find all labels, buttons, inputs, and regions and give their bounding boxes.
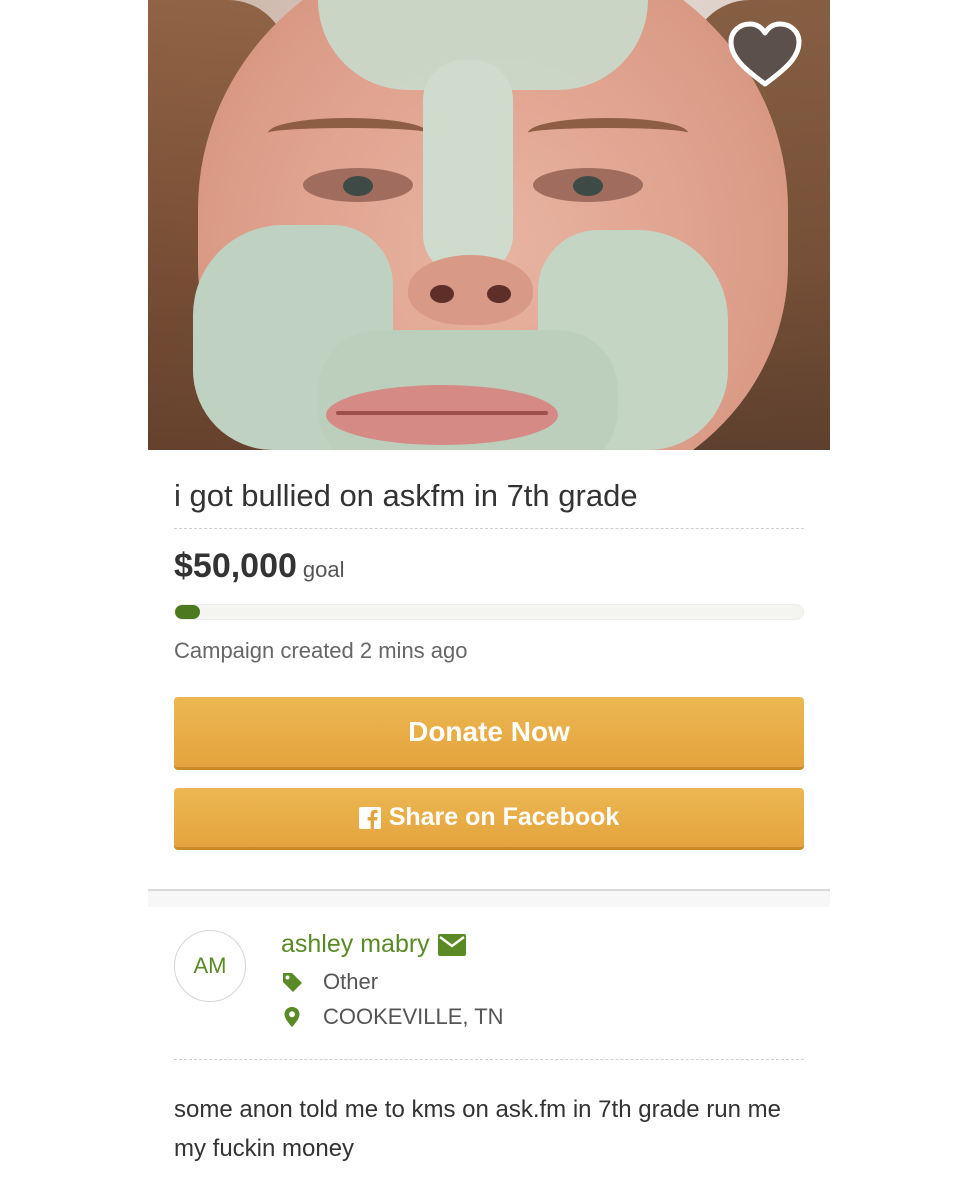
progress-fill bbox=[175, 605, 201, 619]
title-divider bbox=[174, 528, 804, 529]
goal-label: goal bbox=[302, 557, 345, 582]
photo-nose bbox=[408, 255, 533, 325]
campaign-photo bbox=[148, 0, 830, 450]
goal-amount: $50,000 bbox=[174, 547, 297, 585]
location-label: COOKEVILLE, TN bbox=[323, 1004, 504, 1029]
campaign-story: some anon told me to kms on ask.fm in 7t… bbox=[174, 1096, 781, 1162]
created-time: Campaign created 2 mins ago bbox=[174, 638, 468, 663]
organizer-initials: AM bbox=[193, 953, 227, 978]
photo-brow-left bbox=[268, 118, 428, 148]
envelope-icon[interactable] bbox=[437, 933, 466, 956]
progress-bar bbox=[174, 604, 804, 620]
favorite-button[interactable] bbox=[726, 20, 804, 90]
story-divider bbox=[174, 1059, 804, 1060]
donate-button[interactable]: Donate Now bbox=[174, 697, 804, 767]
share-button-label: Share on Facebook bbox=[388, 803, 620, 831]
organizer-name: ashley mabry bbox=[281, 930, 430, 958]
map-pin-icon bbox=[284, 1007, 300, 1027]
category-label: Other bbox=[323, 969, 379, 994]
organizer-location: COOKEVILLE, TN bbox=[281, 1004, 504, 1030]
organizer-avatar: AM bbox=[174, 930, 246, 1002]
photo-eye-right bbox=[533, 168, 643, 202]
tag-icon bbox=[283, 973, 302, 992]
campaign-page: i got bullied on askfm in 7th grade $50,… bbox=[148, 0, 830, 1200]
campaign-title: i got bullied on askfm in 7th grade bbox=[174, 478, 638, 513]
goal-summary: $50,000 goal bbox=[174, 547, 345, 591]
donate-button-label: Donate Now bbox=[408, 716, 570, 747]
section-divider bbox=[148, 889, 830, 907]
photo-brow-right bbox=[528, 118, 688, 148]
photo-nose-mask bbox=[423, 60, 513, 275]
photo-lips bbox=[326, 385, 558, 445]
heart-icon bbox=[728, 21, 802, 87]
organizer-category: Other bbox=[281, 969, 378, 995]
share-facebook-button[interactable]: Share on Facebook bbox=[174, 788, 804, 847]
facebook-icon bbox=[358, 806, 381, 829]
organizer-link[interactable]: ashley mabry bbox=[281, 930, 466, 959]
photo-eye-left bbox=[303, 168, 413, 202]
